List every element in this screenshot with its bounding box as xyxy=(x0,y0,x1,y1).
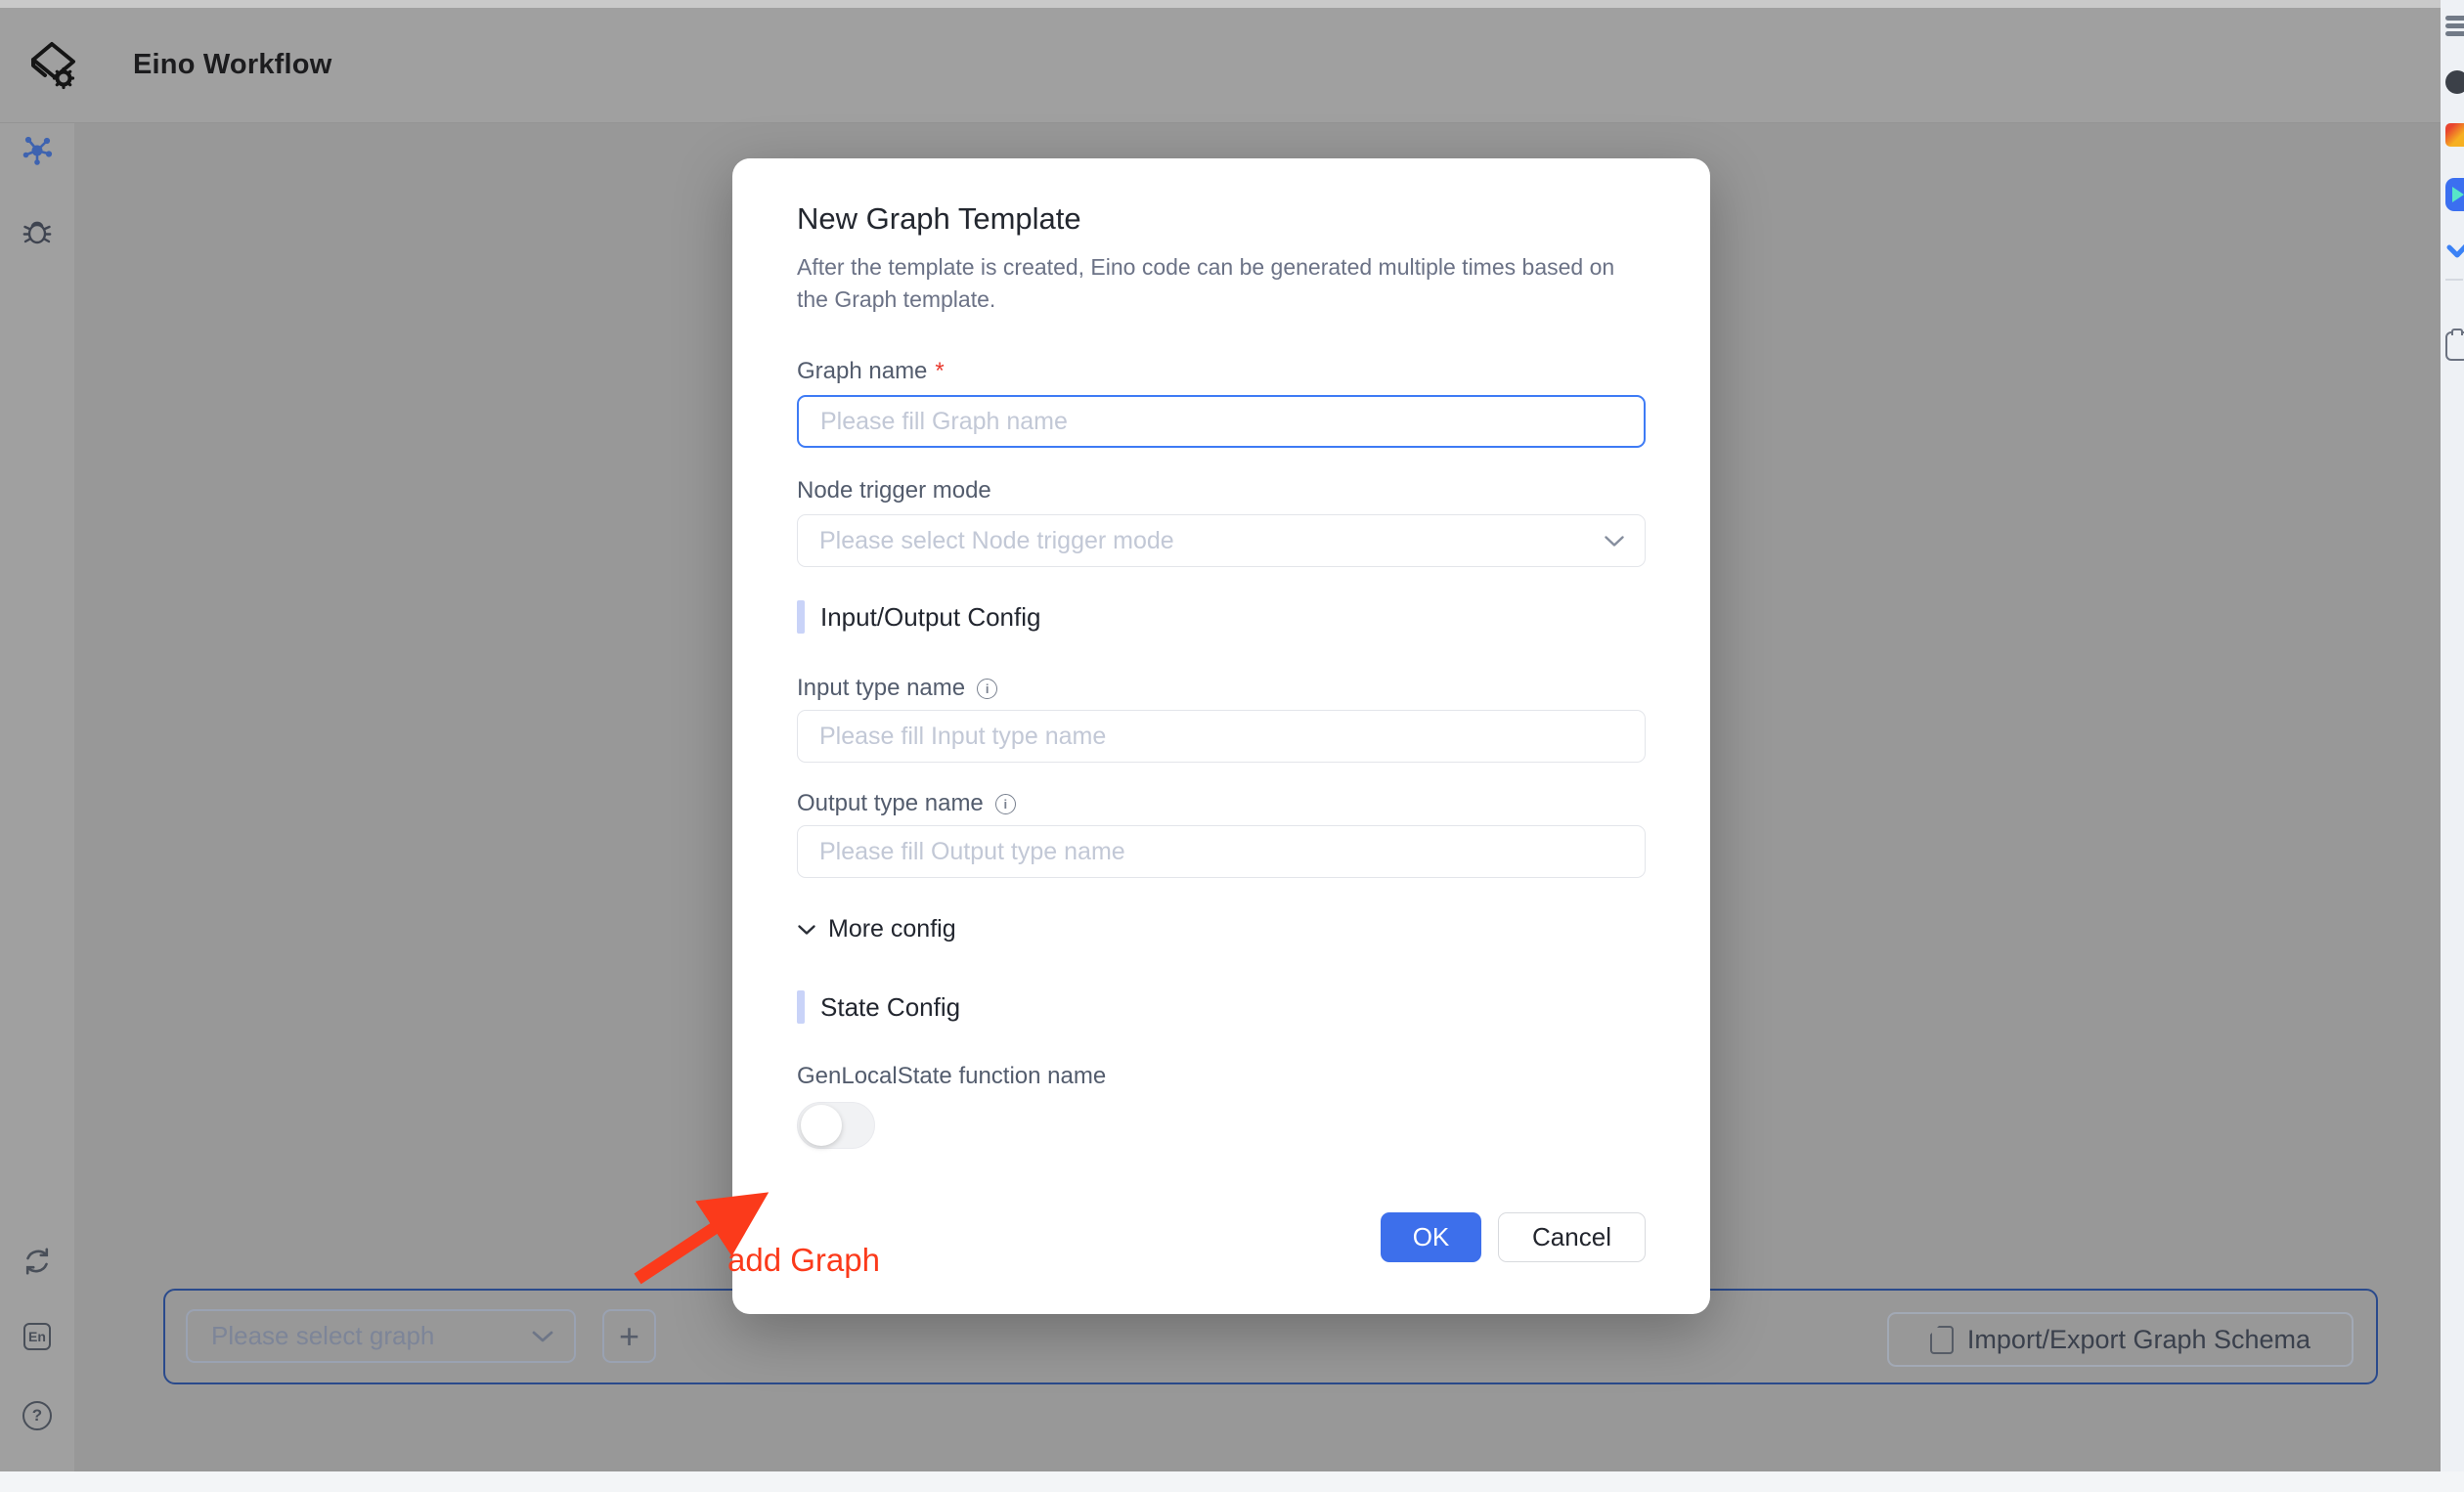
orange-app-icon[interactable] xyxy=(2445,123,2464,147)
node-trigger-mode-select[interactable]: Please select Node trigger mode xyxy=(797,514,1646,567)
cancel-button[interactable]: Cancel xyxy=(1498,1212,1646,1262)
new-graph-template-dialog: New Graph Template After the template is… xyxy=(732,158,1710,1314)
stack-icon[interactable] xyxy=(2445,16,2464,39)
eino-logo-icon[interactable] xyxy=(25,39,78,92)
input-type-name-label: Input type name i xyxy=(797,675,1646,702)
refresh-icon[interactable] xyxy=(0,1246,74,1277)
state-config-section-header: State Config xyxy=(797,990,1646,1024)
io-config-section-header: Input/Output Config xyxy=(797,600,1646,634)
section-accent-bar xyxy=(797,600,805,634)
help-icon[interactable]: ? xyxy=(0,1401,74,1430)
graph-name-input[interactable] xyxy=(797,395,1646,448)
document-icon xyxy=(1930,1326,1954,1354)
import-export-label: Import/Export Graph Schema xyxy=(1967,1325,2310,1355)
language-label: En xyxy=(23,1323,51,1350)
output-type-name-input[interactable] xyxy=(797,825,1646,878)
browser-side-panel-strip xyxy=(2441,0,2464,1471)
import-export-button[interactable]: Import/Export Graph Schema xyxy=(1887,1312,2354,1367)
chevron-down-icon xyxy=(531,1330,554,1343)
output-type-name-label: Output type name i xyxy=(797,790,1646,817)
debug-bug-icon[interactable] xyxy=(0,215,74,248)
window-bottom-edge xyxy=(0,1471,2464,1492)
add-graph-button[interactable]: + xyxy=(602,1309,656,1363)
blue-app-icon[interactable] xyxy=(2445,178,2464,211)
panel-divider xyxy=(2445,279,2463,281)
gen-local-state-label: GenLocalState function name xyxy=(797,1063,1646,1090)
graph-select-placeholder: Please select graph xyxy=(211,1321,531,1351)
app-header: Eino Workflow xyxy=(0,8,2464,123)
window-top-edge xyxy=(0,0,2464,8)
gen-local-state-toggle[interactable] xyxy=(797,1102,875,1149)
dialog-footer: OK Cancel xyxy=(797,1212,1646,1262)
info-icon[interactable]: i xyxy=(977,679,997,699)
graph-name-label: Graph name * xyxy=(797,358,1646,385)
info-icon[interactable]: i xyxy=(995,794,1016,814)
workflow-graph-icon[interactable] xyxy=(0,133,74,166)
help-label: ? xyxy=(22,1401,52,1430)
input-type-name-input[interactable] xyxy=(797,710,1646,763)
graph-select[interactable]: Please select graph xyxy=(186,1309,576,1363)
annotation-label: add Graph xyxy=(727,1242,880,1279)
plus-icon: + xyxy=(619,1316,639,1357)
node-trigger-mode-label: Node trigger mode xyxy=(797,477,1646,505)
dark-disc-icon[interactable] xyxy=(2445,70,2464,94)
section-accent-bar xyxy=(797,990,805,1024)
page-title: Eino Workflow xyxy=(133,49,331,81)
chevron-down-icon xyxy=(797,924,816,936)
ok-button[interactable]: OK xyxy=(1381,1212,1481,1262)
dialog-title: New Graph Template xyxy=(797,158,1646,237)
required-asterisk: * xyxy=(935,358,944,385)
more-config-toggle[interactable]: More config xyxy=(797,915,1646,943)
toggle-knob xyxy=(801,1105,842,1146)
clipboard-icon[interactable] xyxy=(2445,331,2464,361)
dialog-description: After the template is created, Eino code… xyxy=(797,251,1646,316)
sidebar: En ? xyxy=(0,123,74,1471)
app-root: Eino Workflow xyxy=(0,0,2464,1492)
chevron-down-icon xyxy=(1604,535,1625,548)
language-icon[interactable]: En xyxy=(0,1323,74,1350)
check-icon[interactable] xyxy=(2445,235,2464,265)
